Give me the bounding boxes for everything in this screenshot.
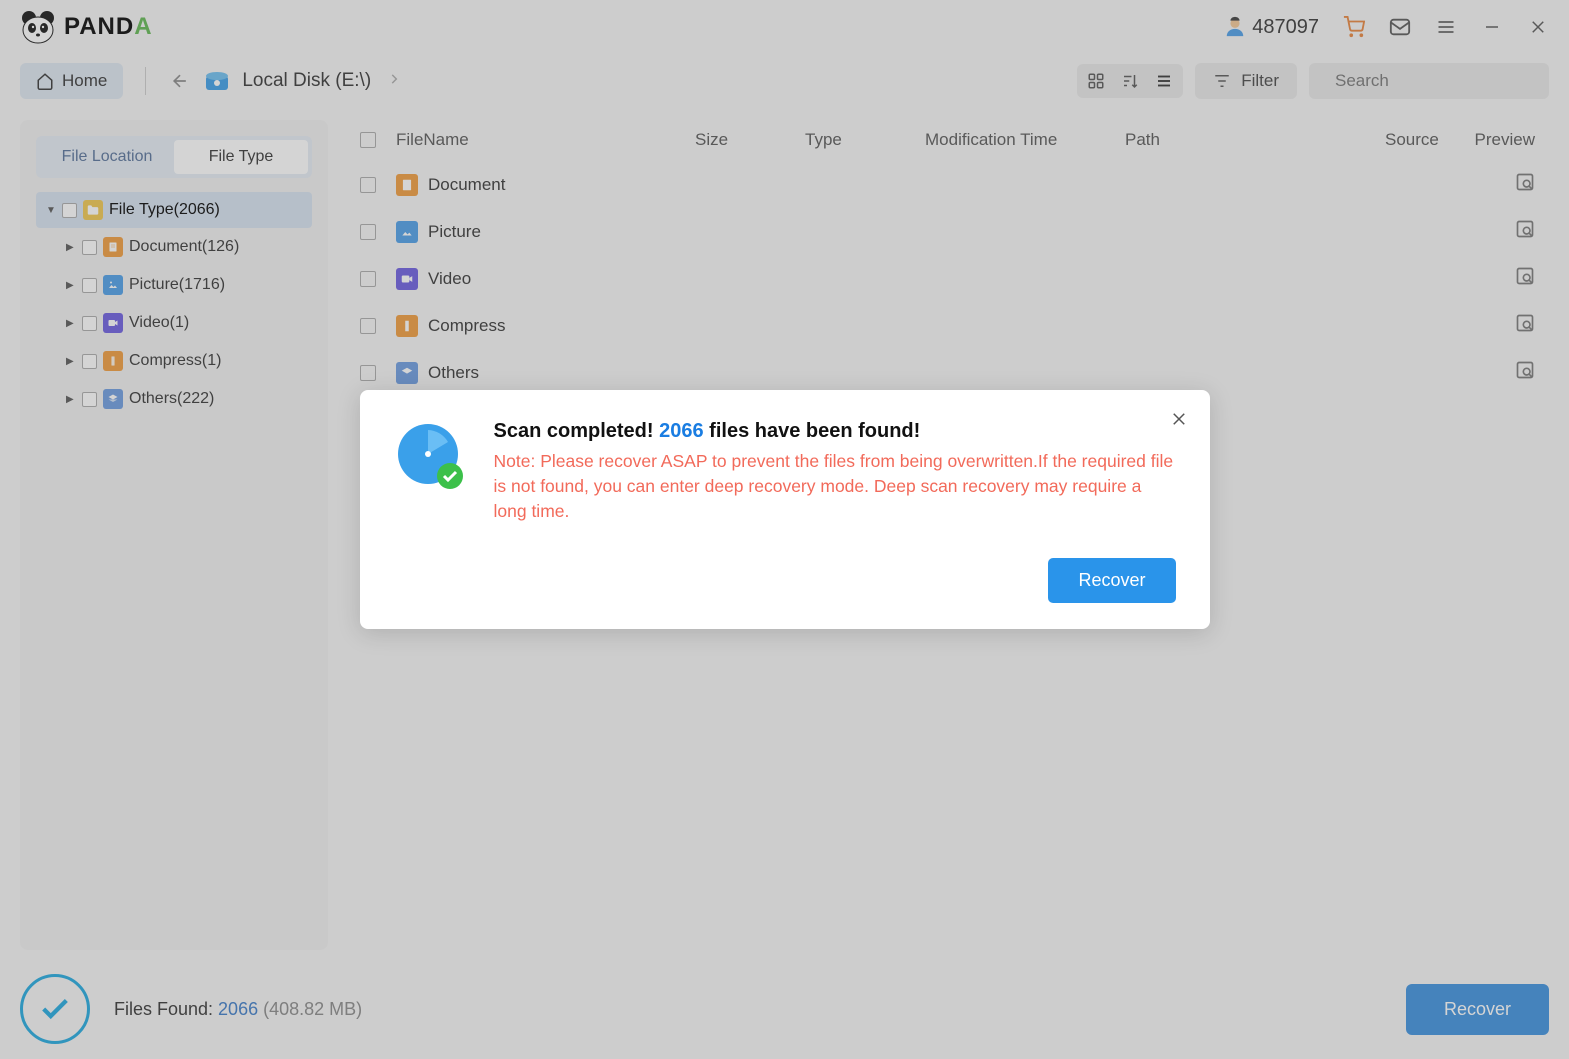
scan-complete-modal: Scan completed! 2066 files have been fou…: [360, 390, 1210, 629]
modal-recover-button[interactable]: Recover: [1048, 558, 1175, 603]
scan-success-icon: [394, 420, 466, 492]
modal-close-button[interactable]: [1170, 408, 1188, 434]
modal-note: Note: Please recover ASAP to prevent the…: [494, 449, 1176, 524]
modal-title: Scan completed! 2066 files have been fou…: [494, 420, 1176, 443]
modal-overlay: Scan completed! 2066 files have been fou…: [0, 0, 1569, 1059]
close-icon: [1170, 410, 1188, 428]
